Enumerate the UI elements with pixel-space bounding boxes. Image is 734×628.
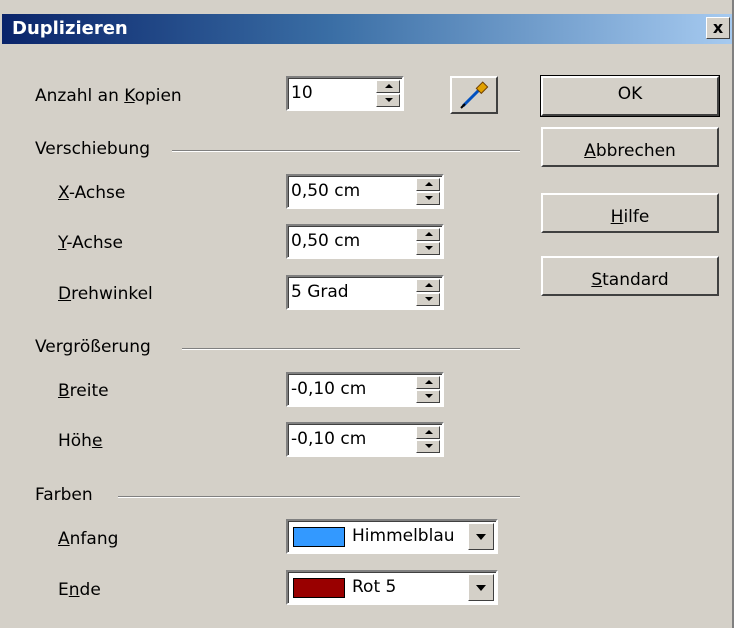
x-axis-value: 0,50 cm bbox=[291, 181, 361, 201]
help-button-label: Hilfe bbox=[610, 207, 650, 227]
angle-spinner[interactable] bbox=[416, 279, 440, 306]
default-button-label: Standard bbox=[591, 270, 669, 290]
y-axis-label: Y-Achse bbox=[58, 233, 123, 253]
height-value: -0,10 cm bbox=[291, 429, 367, 449]
start-color-swatch bbox=[293, 527, 345, 547]
angle-up-button[interactable] bbox=[416, 279, 440, 292]
height-label: Höhe bbox=[58, 431, 103, 451]
end-color-dropdown-button[interactable] bbox=[468, 574, 494, 601]
dialog-title: Duplizieren bbox=[12, 18, 128, 39]
width-label: Breite bbox=[58, 381, 109, 401]
height-field[interactable]: -0,10 cm bbox=[286, 422, 444, 457]
help-button[interactable]: Hilfe bbox=[541, 193, 719, 233]
ok-button-label: OK bbox=[617, 84, 643, 104]
end-color-select[interactable]: Rot 5 bbox=[286, 570, 498, 605]
cancel-button-label: Abbrechen bbox=[584, 141, 676, 161]
y-axis-field[interactable]: 0,50 cm bbox=[286, 224, 444, 259]
width-value: -0,10 cm bbox=[291, 379, 367, 399]
pipette-icon bbox=[460, 81, 489, 109]
title-bar: Duplizieren x bbox=[2, 14, 732, 44]
x-axis-up-button[interactable] bbox=[416, 178, 440, 191]
y-axis-up-button[interactable] bbox=[416, 228, 440, 241]
copies-value: 10 bbox=[291, 83, 313, 103]
default-button[interactable]: Standard bbox=[541, 256, 719, 296]
x-axis-down-button[interactable] bbox=[416, 192, 440, 205]
pipette-button[interactable] bbox=[450, 76, 498, 114]
y-axis-spinner[interactable] bbox=[416, 228, 440, 255]
cancel-button[interactable]: Abbrechen bbox=[541, 127, 719, 167]
width-field[interactable]: -0,10 cm bbox=[286, 372, 444, 407]
angle-down-button[interactable] bbox=[416, 293, 440, 306]
colors-separator bbox=[118, 496, 520, 498]
duplicate-dialog: Duplizieren x Anzahl an Kopien 10 Versch… bbox=[0, 0, 734, 628]
start-color-value: Himmelblau bbox=[352, 526, 455, 546]
start-color-dropdown-button[interactable] bbox=[468, 523, 494, 550]
end-color-swatch bbox=[293, 578, 345, 598]
width-spinner[interactable] bbox=[416, 376, 440, 403]
copies-up-button[interactable] bbox=[376, 80, 400, 93]
start-color-label: Anfang bbox=[58, 529, 119, 549]
copies-label: Anzahl an Kopien bbox=[35, 86, 182, 106]
x-axis-spinner[interactable] bbox=[416, 178, 440, 205]
copies-down-button[interactable] bbox=[376, 94, 400, 107]
y-axis-value: 0,50 cm bbox=[291, 231, 361, 251]
copies-spinner[interactable] bbox=[376, 80, 400, 107]
enlarge-heading: Vergrößerung bbox=[35, 337, 151, 357]
y-axis-down-button[interactable] bbox=[416, 242, 440, 255]
enlarge-separator bbox=[182, 348, 520, 350]
height-down-button[interactable] bbox=[416, 440, 440, 453]
width-up-button[interactable] bbox=[416, 376, 440, 389]
width-down-button[interactable] bbox=[416, 390, 440, 403]
close-button[interactable]: x bbox=[706, 17, 730, 39]
colors-heading: Farben bbox=[35, 485, 93, 505]
ok-button[interactable]: OK bbox=[540, 75, 720, 117]
x-axis-label: X-Achse bbox=[58, 183, 126, 203]
copies-field[interactable]: 10 bbox=[286, 76, 404, 111]
angle-label: Drehwinkel bbox=[58, 284, 153, 304]
angle-field[interactable]: 5 Grad bbox=[286, 275, 444, 310]
x-axis-field[interactable]: 0,50 cm bbox=[286, 174, 444, 209]
angle-value: 5 Grad bbox=[291, 282, 349, 302]
height-up-button[interactable] bbox=[416, 426, 440, 439]
shift-separator bbox=[172, 150, 520, 152]
height-spinner[interactable] bbox=[416, 426, 440, 453]
shift-heading: Verschiebung bbox=[35, 139, 151, 159]
end-color-value: Rot 5 bbox=[352, 577, 397, 597]
start-color-select[interactable]: Himmelblau bbox=[286, 519, 498, 554]
end-color-label: Ende bbox=[58, 580, 101, 600]
close-icon: x bbox=[712, 18, 724, 37]
